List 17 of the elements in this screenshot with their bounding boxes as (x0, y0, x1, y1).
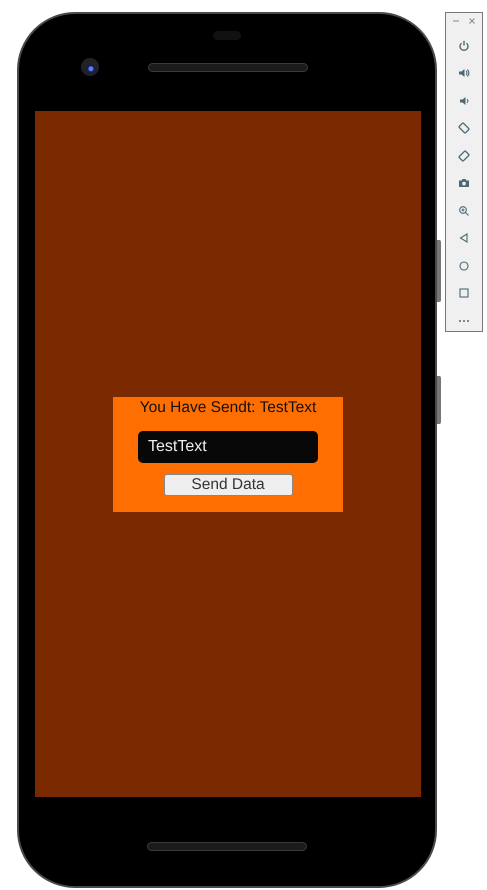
zoom-icon[interactable] (458, 204, 470, 216)
volume-down-icon[interactable] (458, 94, 470, 106)
camera-lens (81, 58, 99, 76)
back-icon[interactable] (458, 232, 470, 244)
camera-icon[interactable] (458, 177, 470, 189)
volume-up-icon[interactable] (458, 67, 470, 79)
home-icon[interactable] (458, 260, 470, 272)
power-icon[interactable] (458, 40, 470, 52)
close-icon[interactable] (469, 18, 475, 24)
more-icon[interactable] (458, 318, 470, 322)
send-button[interactable]: Send Data (164, 474, 292, 496)
rotate-icon[interactable] (458, 122, 470, 134)
input-field[interactable]: TestText (138, 430, 318, 462)
overview-icon[interactable] (458, 287, 470, 299)
status-text: You Have Sendt: TestText (140, 398, 316, 416)
minimize-icon[interactable] (453, 20, 459, 22)
rotate-icon[interactable] (458, 150, 470, 162)
